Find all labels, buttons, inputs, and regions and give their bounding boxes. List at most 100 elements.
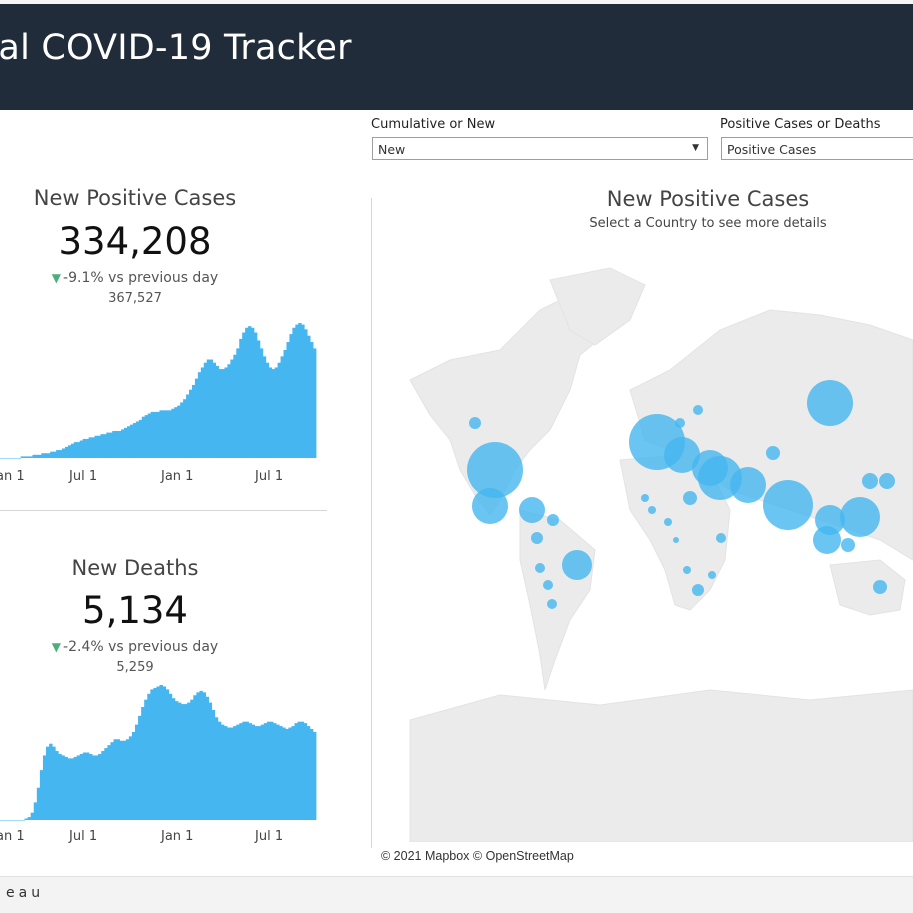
- chart-bar[interactable]: [190, 699, 194, 820]
- chart-bar[interactable]: [8, 458, 13, 459]
- chart-bar[interactable]: [85, 752, 90, 821]
- chart-bar[interactable]: [47, 453, 51, 458]
- chart-bar[interactable]: [35, 454, 39, 458]
- chart-bar[interactable]: [162, 410, 166, 458]
- chart-bar[interactable]: [112, 431, 116, 458]
- chart-bar[interactable]: [168, 410, 172, 458]
- chart-bar[interactable]: [206, 359, 211, 458]
- chart-bar[interactable]: [144, 415, 149, 458]
- chart-bar[interactable]: [6, 820, 10, 821]
- chart-bar[interactable]: [144, 699, 148, 820]
- chart-bar[interactable]: [194, 378, 199, 458]
- chart-bar[interactable]: [138, 419, 143, 458]
- chart-bar[interactable]: [291, 726, 295, 820]
- chart-bar[interactable]: [262, 356, 267, 458]
- chart-bar[interactable]: [110, 742, 114, 820]
- chart-bar[interactable]: [21, 820, 25, 821]
- chart-bar[interactable]: [245, 721, 249, 820]
- chart-bar[interactable]: [44, 453, 48, 458]
- chart-bar[interactable]: [271, 369, 276, 458]
- chart-bar[interactable]: [50, 451, 54, 458]
- chart-bar[interactable]: [307, 335, 311, 458]
- deaths-bar-chart[interactable]: [0, 680, 330, 822]
- chart-bar[interactable]: [131, 731, 136, 820]
- chart-bar[interactable]: [18, 820, 22, 821]
- chart-bar[interactable]: [162, 686, 167, 820]
- chart-bar[interactable]: [295, 324, 299, 458]
- chart-bar[interactable]: [191, 384, 196, 458]
- chart-bar[interactable]: [23, 456, 27, 458]
- chart-bar[interactable]: [113, 739, 117, 820]
- chart-bar[interactable]: [53, 451, 57, 458]
- chart-bar[interactable]: [220, 724, 225, 820]
- chart-bar[interactable]: [230, 359, 234, 458]
- chart-bar[interactable]: [73, 756, 78, 820]
- chart-bar[interactable]: [171, 698, 176, 820]
- chart-bar[interactable]: [12, 820, 16, 821]
- chart-bar[interactable]: [256, 340, 261, 458]
- chart-bar[interactable]: [300, 721, 305, 820]
- chart-bar[interactable]: [55, 751, 59, 820]
- chart-bar[interactable]: [9, 820, 13, 821]
- chart-bar[interactable]: [95, 755, 99, 820]
- chart-bar[interactable]: [103, 434, 107, 458]
- chart-bar[interactable]: [280, 356, 284, 458]
- chart-bar[interactable]: [134, 724, 139, 820]
- chart-bar[interactable]: [0, 458, 4, 459]
- chart-bar[interactable]: [301, 324, 305, 458]
- chart-bar[interactable]: [147, 413, 152, 458]
- chart-bar[interactable]: [218, 369, 222, 458]
- chart-bar[interactable]: [156, 411, 160, 458]
- chart-bar[interactable]: [59, 450, 63, 458]
- chart-bar[interactable]: [29, 456, 33, 458]
- chart-bar[interactable]: [193, 695, 197, 820]
- chart-bar[interactable]: [92, 755, 96, 820]
- chart-bar[interactable]: [159, 410, 163, 458]
- chart-bar[interactable]: [223, 726, 228, 820]
- chart-bar[interactable]: [181, 704, 185, 820]
- chart-bar[interactable]: [121, 429, 125, 458]
- chart-bar[interactable]: [230, 727, 234, 820]
- chart-bar[interactable]: [289, 334, 293, 458]
- chart-bar[interactable]: [32, 454, 36, 458]
- chart-bar[interactable]: [273, 723, 277, 820]
- chart-bar[interactable]: [126, 426, 131, 458]
- chart-bar[interactable]: [119, 740, 124, 820]
- chart-bar[interactable]: [26, 456, 30, 458]
- chart-bar[interactable]: [107, 745, 111, 820]
- chart-bar[interactable]: [215, 365, 219, 458]
- chart-bar[interactable]: [76, 755, 81, 820]
- chart-bar[interactable]: [177, 405, 181, 458]
- chart-bar[interactable]: [46, 746, 50, 820]
- chart-bar[interactable]: [24, 818, 29, 820]
- chart-bar[interactable]: [285, 729, 289, 820]
- chart-bar[interactable]: [211, 709, 216, 820]
- chart-bar[interactable]: [79, 753, 84, 820]
- chart-bar[interactable]: [199, 690, 203, 820]
- chart-bar[interactable]: [11, 458, 16, 459]
- chart-bar[interactable]: [67, 445, 72, 458]
- chart-bar[interactable]: [88, 753, 93, 820]
- chart-bar[interactable]: [248, 723, 252, 820]
- chart-bar[interactable]: [217, 721, 222, 820]
- chart-bar[interactable]: [15, 820, 19, 821]
- chart-bar[interactable]: [20, 456, 25, 458]
- chart-bar[interactable]: [288, 727, 292, 820]
- chart-bar[interactable]: [156, 686, 160, 820]
- chart-bar[interactable]: [128, 736, 133, 820]
- chart-bar[interactable]: [263, 723, 268, 820]
- chart-bar[interactable]: [14, 458, 19, 459]
- chart-bar[interactable]: [254, 726, 259, 820]
- chart-bar[interactable]: [298, 323, 302, 458]
- chart-bar[interactable]: [310, 342, 314, 458]
- chart-bar[interactable]: [122, 740, 127, 820]
- chart-bar[interactable]: [39, 770, 44, 820]
- chart-bar[interactable]: [97, 435, 101, 458]
- chart-bar[interactable]: [61, 755, 65, 820]
- chart-bar[interactable]: [153, 687, 157, 820]
- chart-bar[interactable]: [135, 421, 140, 458]
- chart-bar[interactable]: [2, 458, 7, 459]
- chart-bar[interactable]: [42, 755, 47, 820]
- chart-bar[interactable]: [165, 410, 169, 458]
- chart-bar[interactable]: [266, 721, 271, 820]
